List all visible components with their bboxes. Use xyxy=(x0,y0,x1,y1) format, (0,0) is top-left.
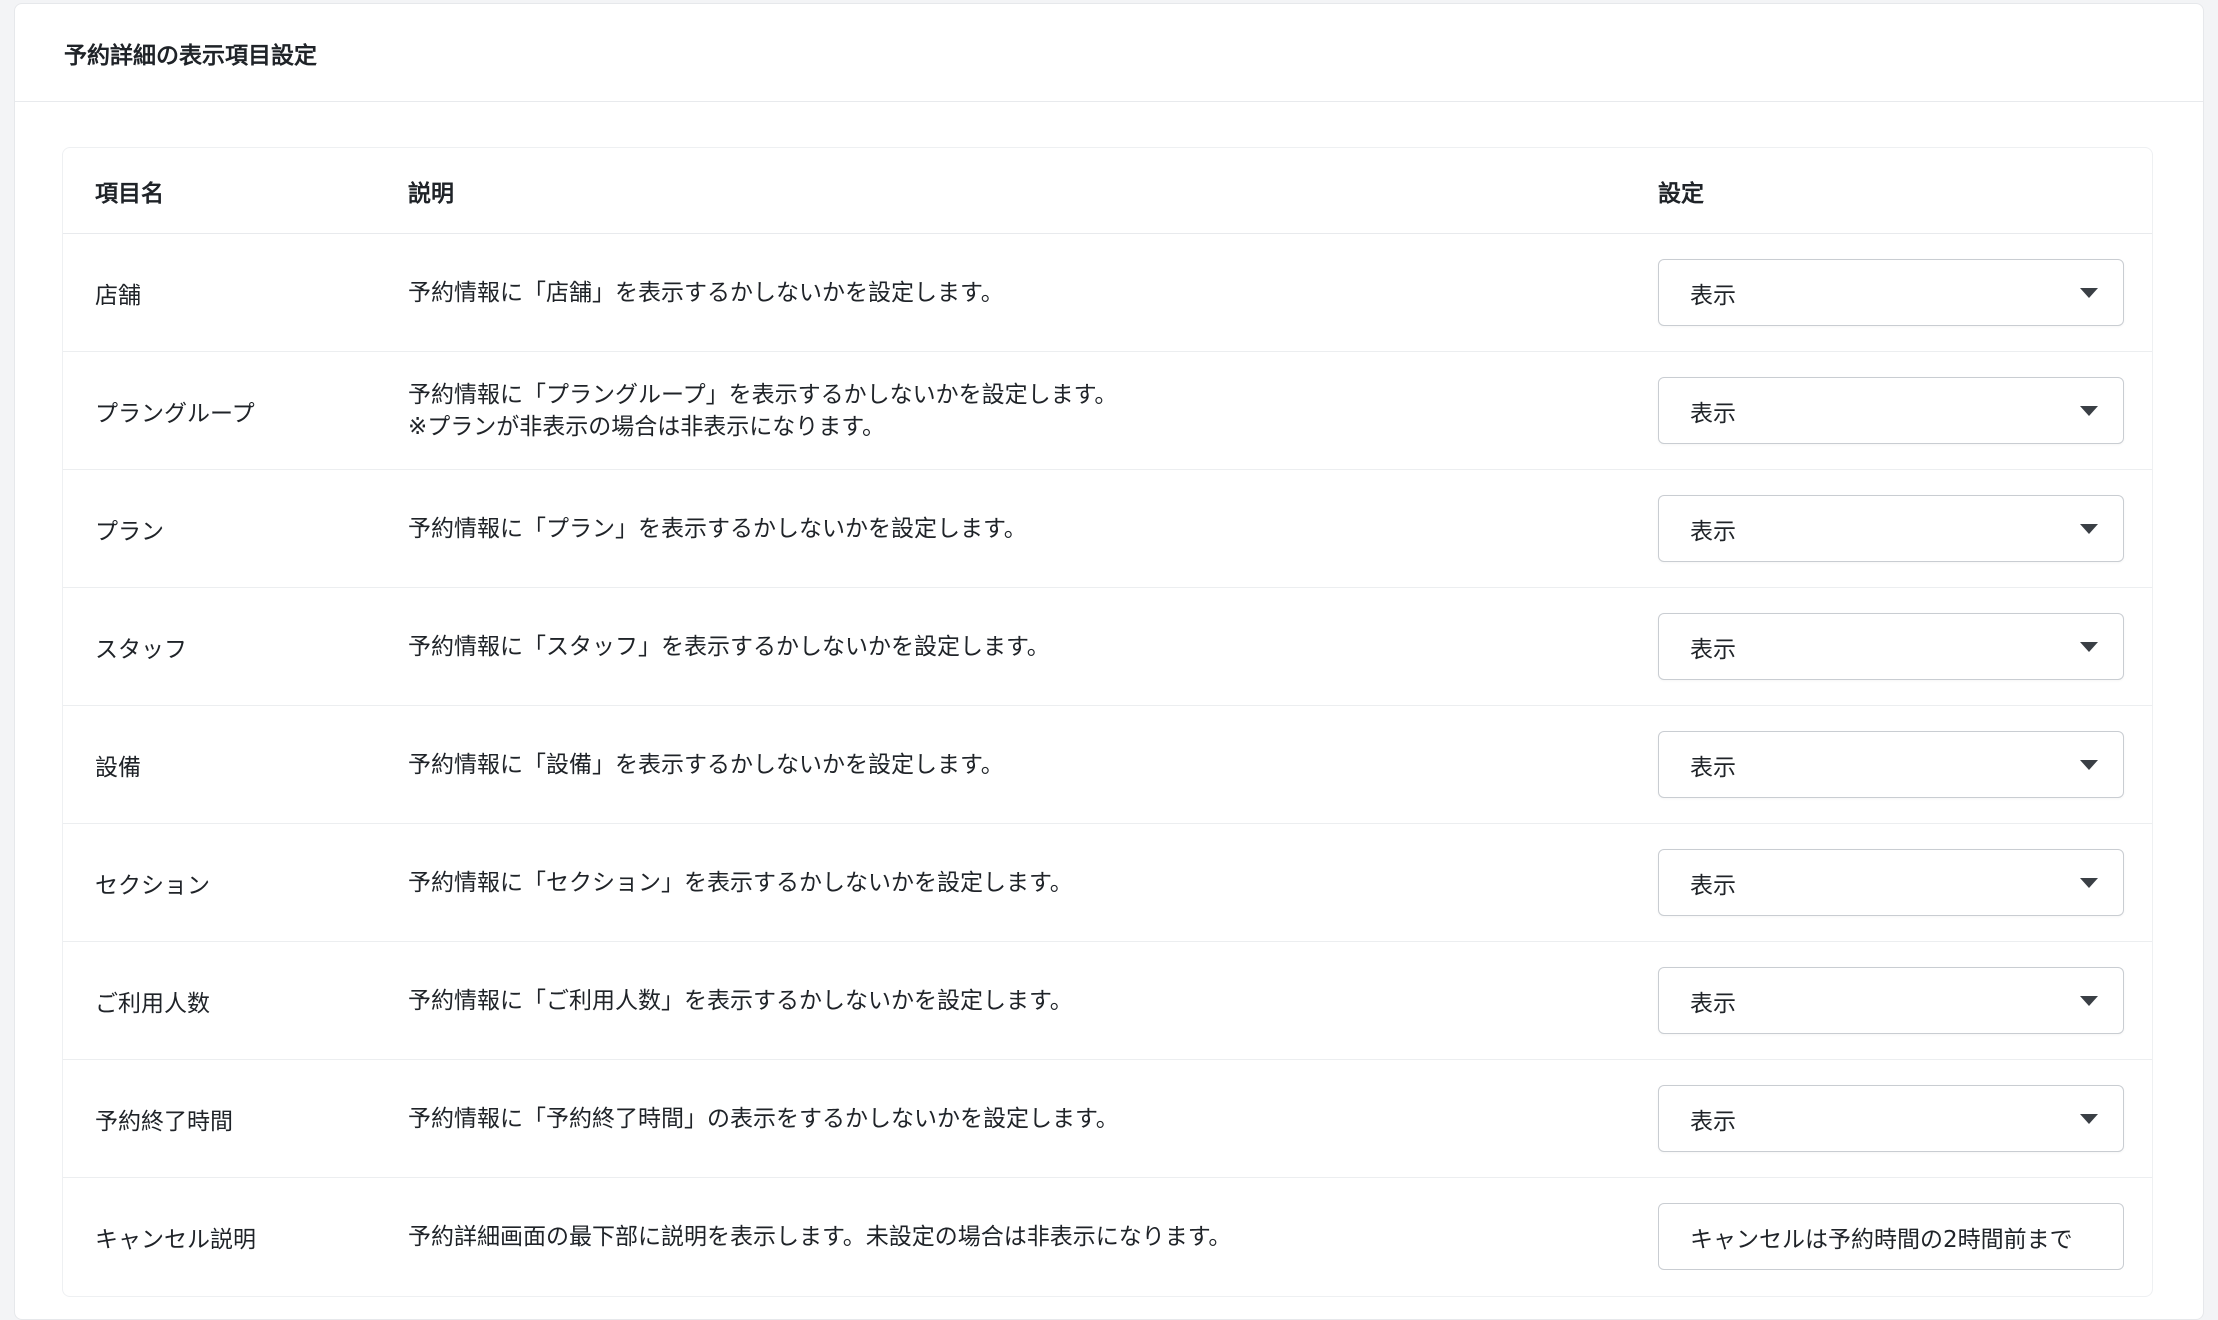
table-header: 項目名 説明 設定 xyxy=(63,148,2152,234)
row-name: 設備 xyxy=(95,754,141,781)
row-description: 予約情報に「予約終了時間」の表示をするかしないかを設定します。 xyxy=(408,1105,1119,1132)
row-description: 予約情報に「ご利用人数」を表示するかしないかを設定します。 xyxy=(408,987,1073,1014)
select-value: 表示 xyxy=(1690,990,1736,1017)
header-item-name: 項目名 xyxy=(95,180,164,207)
header-setting: 設定 xyxy=(1658,180,1704,207)
caret-down-icon xyxy=(2080,1113,2098,1124)
row-name: セクション xyxy=(95,872,210,899)
plan-group-visibility-select[interactable]: 表示 xyxy=(1658,377,2124,444)
caret-down-icon xyxy=(2080,877,2098,888)
store-visibility-select[interactable]: 表示 xyxy=(1658,259,2124,326)
section-visibility-select[interactable]: 表示 xyxy=(1658,849,2124,916)
row-name: スタッフ xyxy=(95,636,187,663)
table-row-equipment: 設備 予約情報に「設備」を表示するかしないかを設定します。 表示 xyxy=(63,706,2152,824)
table-row-cancel-description: キャンセル説明 予約詳細画面の最下部に説明を表示します。未設定の場合は非表示にな… xyxy=(63,1178,2152,1296)
staff-visibility-select[interactable]: 表示 xyxy=(1658,613,2124,680)
table-row-section: セクション 予約情報に「セクション」を表示するかしないかを設定します。 表示 xyxy=(63,824,2152,942)
caret-down-icon xyxy=(2080,995,2098,1006)
display-settings-table: 項目名 説明 設定 店舗 予約情報に「店舗」を表示するかしないかを設定します。 … xyxy=(62,147,2153,1297)
row-name: ご利用人数 xyxy=(95,990,210,1017)
select-value: 表示 xyxy=(1690,282,1736,309)
caret-down-icon xyxy=(2080,287,2098,298)
row-note: ※プランが非表示の場合は非表示になります。 xyxy=(408,413,885,440)
row-name: プラングループ xyxy=(95,400,255,427)
row-name: キャンセル説明 xyxy=(95,1227,256,1253)
row-name: プラン xyxy=(95,518,164,545)
table-row-end-time: 予約終了時間 予約情報に「予約終了時間」の表示をするかしないかを設定します。 表… xyxy=(63,1060,2152,1178)
cancel-description-input[interactable] xyxy=(1658,1203,2124,1270)
header-description: 説明 xyxy=(408,180,454,207)
row-description: 予約情報に「スタッフ」を表示するかしないかを設定します。 xyxy=(408,633,1050,660)
row-description: 予約情報に「プラン」を表示するかしないかを設定します。 xyxy=(408,515,1027,542)
select-value: 表示 xyxy=(1690,872,1736,899)
row-name: 予約終了時間 xyxy=(95,1108,233,1135)
row-description: 予約情報に「プラングループ」を表示するかしないかを設定します。 ※プランが非表示… xyxy=(408,352,1117,469)
row-description: 予約詳細画面の最下部に説明を表示します。未設定の場合は非表示になります。 xyxy=(408,1224,1232,1250)
panel-header: 予約詳細の表示項目設定 xyxy=(15,4,2203,102)
caret-down-icon xyxy=(2080,759,2098,770)
select-value: 表示 xyxy=(1690,400,1736,427)
table-row-store: 店舗 予約情報に「店舗」を表示するかしないかを設定します。 表示 xyxy=(63,234,2152,352)
equipment-visibility-select[interactable]: 表示 xyxy=(1658,731,2124,798)
row-name: 店舗 xyxy=(95,282,141,309)
select-value: 表示 xyxy=(1690,518,1736,545)
row-description: 予約情報に「設備」を表示するかしないかを設定します。 xyxy=(408,751,1004,778)
table-row-staff: スタッフ 予約情報に「スタッフ」を表示するかしないかを設定します。 表示 xyxy=(63,588,2152,706)
caret-down-icon xyxy=(2080,641,2098,652)
table-row-plan-group: プラングループ 予約情報に「プラングループ」を表示するかしないかを設定します。 … xyxy=(63,352,2152,470)
settings-panel: 予約詳細の表示項目設定 項目名 説明 設定 店舗 予約情報に「店舗」を表示するか… xyxy=(14,3,2204,1320)
row-description: 予約情報に「店舗」を表示するかしないかを設定します。 xyxy=(408,279,1004,306)
table-row-plan: プラン 予約情報に「プラン」を表示するかしないかを設定します。 表示 xyxy=(63,470,2152,588)
row-description: 予約情報に「セクション」を表示するかしないかを設定します。 xyxy=(408,869,1073,896)
guest-count-visibility-select[interactable]: 表示 xyxy=(1658,967,2124,1034)
plan-visibility-select[interactable]: 表示 xyxy=(1658,495,2124,562)
caret-down-icon xyxy=(2080,523,2098,534)
select-value: 表示 xyxy=(1690,1108,1736,1135)
select-value: 表示 xyxy=(1690,754,1736,781)
panel-title: 予約詳細の表示項目設定 xyxy=(64,42,317,69)
end-time-visibility-select[interactable]: 表示 xyxy=(1658,1085,2124,1152)
caret-down-icon xyxy=(2080,405,2098,416)
table-row-guest-count: ご利用人数 予約情報に「ご利用人数」を表示するかしないかを設定します。 表示 xyxy=(63,942,2152,1060)
select-value: 表示 xyxy=(1690,636,1736,663)
